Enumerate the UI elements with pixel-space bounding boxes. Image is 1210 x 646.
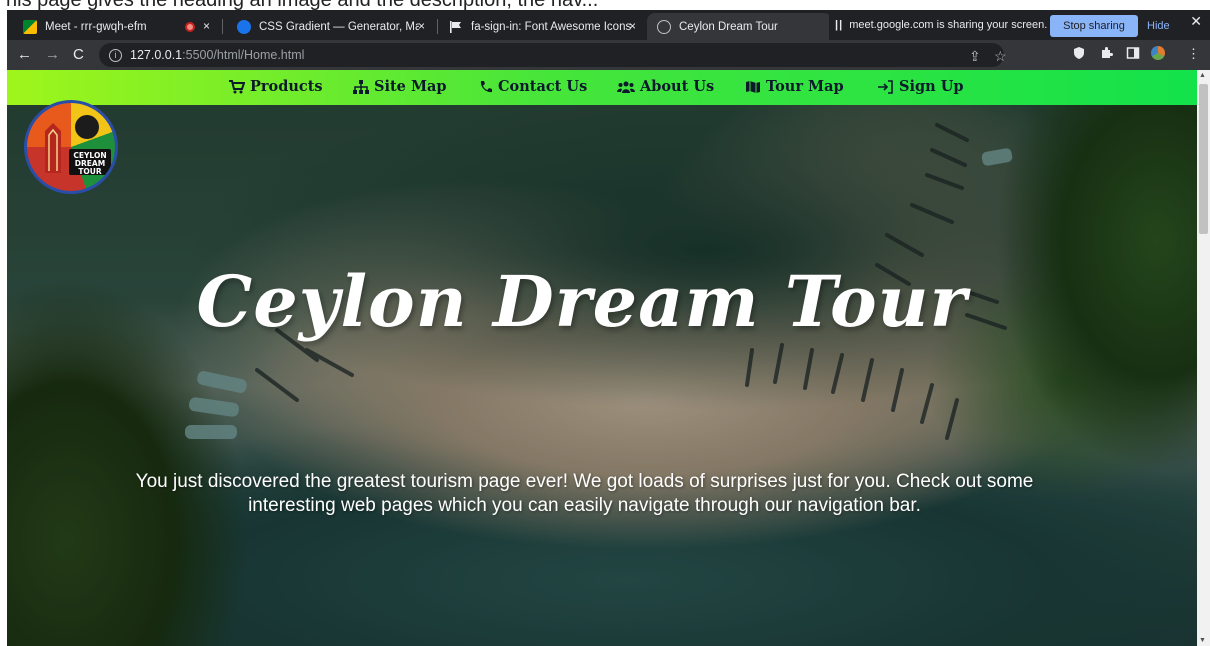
tab-label: Meet - rrr-gwqh-efm (45, 20, 147, 33)
flag-icon (449, 20, 463, 34)
recording-indicator-icon (185, 22, 195, 32)
phone-icon (480, 80, 492, 92)
shield-extension-icon[interactable] (1072, 46, 1086, 60)
stop-sharing-button[interactable]: Stop sharing (1050, 15, 1138, 37)
nav-site-map-label: Site Map (374, 78, 447, 95)
tab-font-awesome[interactable]: fa-sign-in: Font Awesome Icons × (439, 13, 644, 40)
nav-sign-up[interactable]: Sign Up (878, 78, 964, 95)
hero-description: You just discovered the greatest tourism… (135, 471, 1034, 516)
tab-divider (437, 19, 438, 34)
globe-icon (657, 19, 671, 34)
scroll-up-arrow-icon[interactable]: ▲ (1199, 72, 1206, 79)
share-icon[interactable]: ⇪ (969, 48, 981, 65)
scroll-down-arrow-icon[interactable]: ▼ (1199, 637, 1206, 644)
tab-meet[interactable]: Meet - rrr-gwqh-efm × (13, 13, 218, 40)
tab-bar: Meet - rrr-gwqh-efm × CSS Gradient — Gen… (7, 10, 1210, 40)
puzzle-extensions-icon[interactable] (1099, 46, 1113, 60)
more-menu-icon[interactable]: ⋮ (1187, 46, 1200, 62)
url-host: 127.0.0.1 (130, 48, 183, 62)
window-close-icon[interactable]: ✕ (1190, 13, 1202, 30)
tab-close-icon[interactable]: × (203, 19, 210, 33)
nav-sign-up-label: Sign Up (899, 78, 964, 95)
forward-arrow-icon[interactable]: → (45, 46, 60, 63)
hero-title: Ceylon Dream Tour (196, 260, 968, 343)
profile-avatar-icon[interactable] (1151, 46, 1165, 60)
tab-label: fa-sign-in: Font Awesome Icons (471, 20, 632, 33)
tab-label: Ceylon Dream Tour (679, 20, 778, 33)
sitemap-icon (353, 79, 369, 94)
browser-toolbar: ← → C i 127.0.0.1:5500/html/Home.html ⇪ … (7, 40, 1210, 70)
main-navbar: Products Site Map Contact Us About Us To… (7, 70, 1197, 105)
css-gradient-favicon-icon (237, 19, 251, 34)
map-icon (746, 80, 760, 93)
tab-close-icon[interactable]: × (418, 19, 425, 33)
google-meet-icon (23, 19, 37, 34)
nav-products-label: Products (250, 78, 323, 95)
tab-close-icon[interactable]: × (629, 19, 636, 33)
page-scrollbar[interactable]: ▲ ▼ (1197, 70, 1210, 646)
nav-products[interactable]: Products (229, 78, 323, 95)
clipped-caption: his page gives the heading an image and … (6, 0, 598, 10)
screen-share-message: meet.google.com is sharing your screen. (849, 19, 1048, 31)
nav-tour-map[interactable]: Tour Map (745, 78, 844, 95)
logo-line-3: TOUR (78, 167, 102, 176)
nav-tour-map-label: Tour Map (766, 78, 844, 95)
beach-boats-illustration (185, 123, 1013, 440)
pause-icon: | | (835, 19, 842, 31)
nav-about-us-label: About Us (640, 78, 715, 95)
reload-icon[interactable]: C (73, 46, 84, 63)
tab-divider (222, 19, 223, 34)
tab-label: CSS Gradient — Generator, Maker (259, 20, 419, 33)
people-icon (617, 81, 635, 93)
hide-button[interactable]: Hide (1147, 20, 1170, 32)
browser-window: Meet - rrr-gwqh-efm × CSS Gradient — Gen… (7, 10, 1210, 646)
scrollbar-thumb[interactable] (1199, 84, 1208, 234)
tab-ceylon-dream-tour[interactable]: Ceylon Dream Tour (647, 13, 832, 40)
page-viewport: Products Site Map Contact Us About Us To… (7, 70, 1210, 646)
hero-background-image (7, 70, 1197, 646)
address-bar[interactable]: i 127.0.0.1:5500/html/Home.html ⇪ ☆ (99, 43, 1007, 67)
clipped-top-text-strip: his page gives the heading an image and … (0, 0, 1210, 10)
nav-contact-us-label: Contact Us (498, 78, 588, 95)
back-arrow-icon[interactable]: ← (17, 46, 32, 63)
tab-css-gradient[interactable]: CSS Gradient — Generator, Maker × (227, 13, 433, 40)
cart-icon (229, 79, 245, 93)
site-logo[interactable]: CEYLON DREAM TOUR (24, 100, 118, 194)
bookmark-star-icon[interactable]: ☆ (994, 48, 1007, 65)
info-icon[interactable]: i (109, 48, 122, 62)
nav-contact-us[interactable]: Contact Us (479, 78, 587, 95)
url-path: :5500/html/Home.html (182, 48, 305, 62)
nav-about-us[interactable]: About Us (617, 78, 714, 95)
side-panel-icon[interactable] (1126, 46, 1140, 60)
sign-in-icon (878, 79, 893, 94)
nav-site-map[interactable]: Site Map (353, 78, 447, 95)
screen-share-banner: | | meet.google.com is sharing your scre… (829, 10, 1189, 40)
